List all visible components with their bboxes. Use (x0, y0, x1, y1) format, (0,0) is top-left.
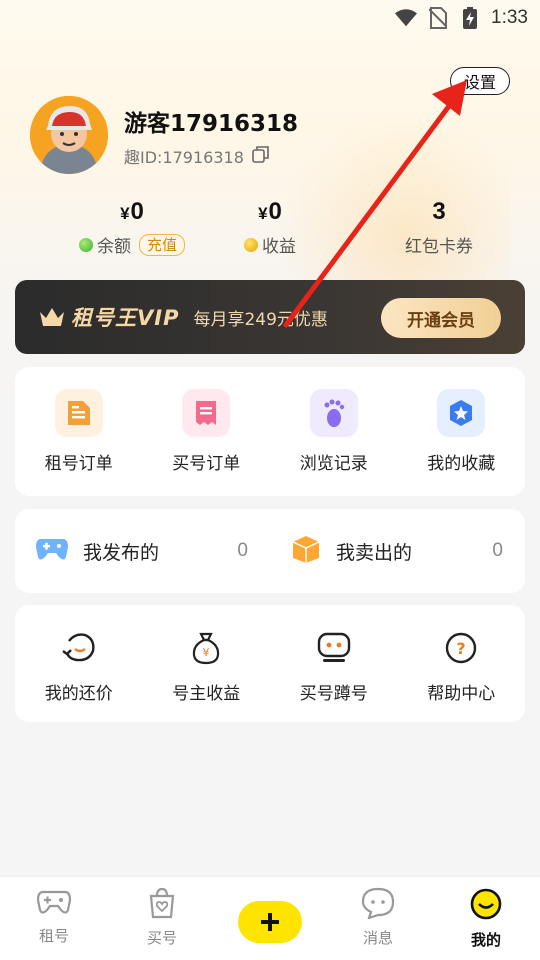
avatar[interactable] (30, 96, 108, 174)
published-card: 我发布的 0 我卖出的 0 (15, 509, 525, 593)
help-center[interactable]: ? 帮助中心 (406, 631, 516, 722)
battery-charging-icon (459, 7, 481, 29)
help-icon: ? (444, 631, 478, 669)
vip-offer: 每月享249元优惠 (193, 309, 328, 330)
user-id-row: 趣ID:17916318 (124, 144, 270, 168)
watch-buy-label: 买号蹲号 (299, 684, 368, 704)
crown-icon (40, 308, 64, 326)
owner-earnings[interactable]: ¥ 号主收益 (151, 631, 261, 722)
balance-icon (78, 237, 93, 252)
earnings-icon (244, 237, 258, 252)
status-bar: 1:33 (0, 0, 540, 36)
clock-time: 1:33 (491, 7, 528, 28)
earnings-stat[interactable]: ¥0 收益 (220, 198, 320, 257)
browse-history[interactable]: 浏览记录 (279, 389, 389, 496)
wifi-icon (395, 7, 418, 29)
svg-text:?: ? (457, 639, 466, 658)
nav-messages-label: 消息 (362, 929, 393, 947)
nav-messages[interactable]: 消息 (324, 877, 432, 960)
nav-rent-label: 租号 (38, 927, 69, 945)
watch-buy[interactable]: 买号蹲号 (279, 631, 389, 722)
my-sold-count: 0 (492, 540, 503, 561)
robot-icon (316, 631, 352, 669)
my-published-count: 0 (237, 540, 248, 561)
help-center-label: 帮助中心 (427, 684, 496, 704)
my-favorites[interactable]: 我的收藏 (406, 389, 516, 496)
tools-card: 我的还价 ¥ 号主收益 买号蹲号 ? 帮助中心 (15, 605, 525, 722)
money-bag-icon: ¥ (189, 631, 223, 669)
buy-orders[interactable]: 买号订单 (151, 389, 261, 496)
orders-card: 租号订单 买号订单 浏览记录 我的收藏 (15, 367, 525, 496)
coupons-value: 3 (432, 198, 446, 225)
bargain-icon (61, 631, 97, 669)
nav-post[interactable] (216, 877, 324, 960)
earnings-label: 收益 (262, 237, 296, 257)
browse-history-label: 浏览记录 (299, 454, 368, 474)
shopping-bag-icon (146, 887, 178, 923)
owner-earnings-label: 号主收益 (172, 684, 241, 704)
svg-text:¥: ¥ (203, 646, 210, 659)
star-icon (437, 389, 486, 437)
nav-buy-label: 买号 (146, 929, 177, 947)
footprint-icon (309, 389, 358, 437)
gamepad-icon (36, 887, 72, 921)
vip-brand: 租号王VIP (71, 306, 180, 330)
open-vip-button[interactable]: 开通会员 (381, 298, 501, 338)
balance-stat[interactable]: ¥0 余额 充值 (62, 198, 202, 257)
my-bargain[interactable]: 我的还价 (24, 631, 134, 722)
coupons-stat[interactable]: 3 红包卡券 (389, 198, 489, 257)
no-sim-icon (427, 7, 449, 29)
copy-icon[interactable] (252, 145, 270, 167)
my-published[interactable]: 我发布的 0 (15, 509, 270, 593)
vip-banner[interactable]: 租号王VIP 每月享249元优惠 开通会员 (15, 280, 525, 354)
rent-orders[interactable]: 租号订单 (24, 389, 134, 496)
my-sold-label: 我卖出的 (336, 541, 413, 564)
my-published-label: 我发布的 (83, 541, 160, 564)
my-sold[interactable]: 我卖出的 0 (270, 509, 525, 593)
rent-orders-label: 租号订单 (44, 454, 113, 474)
message-icon (361, 887, 395, 923)
profile-face-icon (469, 887, 503, 925)
box-icon (290, 534, 322, 568)
nav-rent[interactable]: 租号 (0, 877, 108, 960)
receipt-icon (182, 389, 231, 437)
my-bargain-label: 我的还价 (44, 684, 113, 704)
balance-label: 余额 (96, 237, 131, 257)
coupons-label: 红包卡券 (405, 237, 473, 257)
bottom-nav: 租号 买号 消息 我的 (0, 876, 540, 960)
plus-icon[interactable] (238, 901, 302, 943)
nav-mine-label: 我的 (470, 931, 501, 949)
balance-value: ¥0 (120, 198, 144, 225)
document-icon (54, 389, 103, 437)
username: 游客17916318 (124, 111, 299, 137)
recharge-button[interactable]: 充值 (138, 233, 185, 256)
earnings-value: ¥0 (258, 198, 282, 225)
user-id: 趣ID:17916318 (124, 148, 244, 167)
settings-button[interactable]: 设置 (450, 67, 510, 95)
my-favorites-label: 我的收藏 (427, 454, 496, 474)
gamepad-icon (35, 535, 69, 567)
nav-mine[interactable]: 我的 (432, 877, 540, 960)
nav-buy[interactable]: 买号 (108, 877, 216, 960)
buy-orders-label: 买号订单 (172, 454, 241, 474)
